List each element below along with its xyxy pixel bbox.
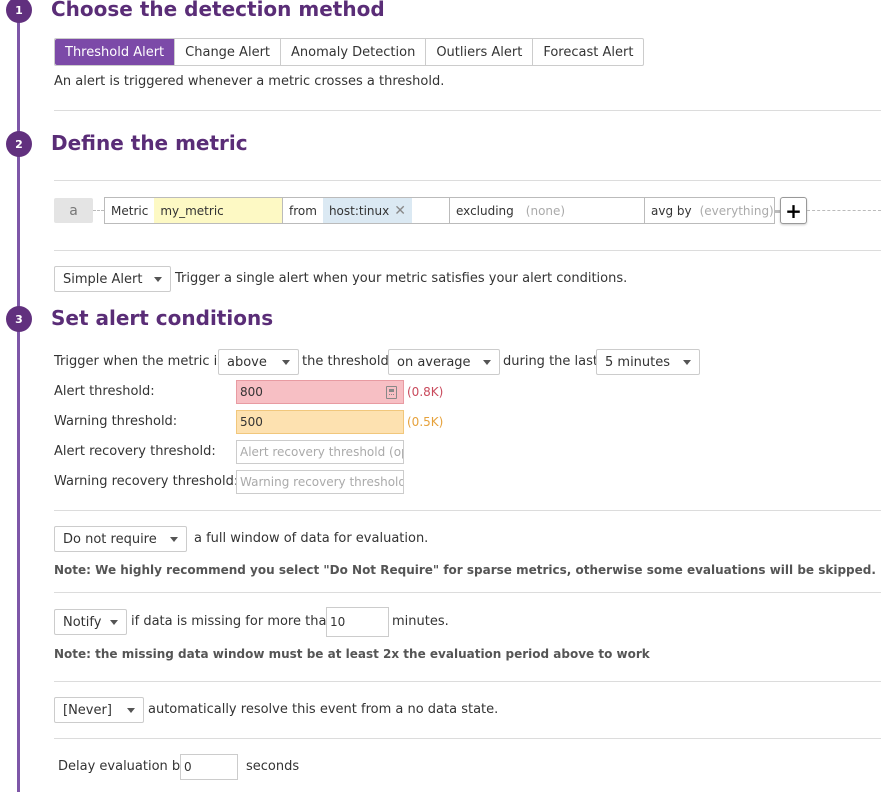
from-label: from [289,203,317,218]
step-2-title: Define the metric [51,131,248,155]
trigger-prefix-text: Trigger when the metric is [54,354,225,369]
alert-type-description: Trigger a single alert when your metric … [175,271,628,286]
warning-recovery-threshold-placeholder: Warning recovery threshold [240,475,404,489]
step-timeline [17,0,20,792]
full-window-note: Note: We highly recommend you select "Do… [54,563,876,577]
warning-recovery-threshold-label: Warning recovery threshold: [54,474,239,489]
alert-recovery-threshold-placeholder: Alert recovery threshold (opt [240,445,404,459]
divider [54,180,881,181]
divider [54,681,881,682]
alert-threshold-input[interactable]: 800 [236,380,404,404]
alert-recovery-threshold-input[interactable]: Alert recovery threshold (opt [236,440,404,464]
chevron-down-icon [683,359,691,365]
missing-data-value: Notify [63,614,102,630]
tab-anomaly-detection[interactable]: Anomaly Detection [280,39,425,65]
trigger-mid-text: the threshold [302,354,389,369]
alert-recovery-threshold-label: Alert recovery threshold: [54,444,216,459]
metric-label: Metric [111,203,149,218]
excluding-placeholder: (none) [525,203,566,218]
warning-threshold-value: 500 [240,415,263,429]
window-value: 5 minutes [605,354,671,370]
full-window-select[interactable]: Do not require [54,526,187,552]
full-window-value: Do not require [63,531,157,547]
missing-data-unit: minutes. [392,614,449,629]
alert-threshold-hint: (0.8K) [407,385,444,399]
missing-data-minutes-input[interactable]: 10 [326,607,389,637]
auto-resolve-text: automatically resolve this event from a … [148,702,499,717]
warning-threshold-label: Warning threshold: [54,414,178,429]
calculator-icon[interactable] [386,386,397,399]
detection-method-description: An alert is triggered whenever a metric … [54,74,445,89]
delay-evaluation-input[interactable]: 0 [180,754,238,780]
auto-resolve-select[interactable]: [Never] [54,697,144,723]
delay-evaluation-unit: seconds [246,759,300,774]
query-connector [807,210,881,211]
tab-change-alert[interactable]: Change Alert [174,39,280,65]
warning-threshold-hint: (0.5K) [407,415,444,429]
add-query-button[interactable]: + [780,197,807,224]
step-1-badge: 1 [6,0,32,23]
divider [54,592,881,593]
chevron-down-icon [483,359,491,365]
from-tag[interactable]: host:tinux ✕ [322,198,412,223]
tab-forecast-alert[interactable]: Forecast Alert [532,39,643,65]
alert-threshold-label: Alert threshold: [54,384,155,399]
step-3-badge: 3 [6,306,32,332]
warning-threshold-input[interactable]: 500 [236,410,404,434]
missing-data-note: Note: the missing data window must be at… [54,647,650,661]
avg-by-label: avg by [651,203,692,218]
missing-data-minutes-value: 10 [330,615,346,629]
chevron-down-icon [282,359,290,365]
chevron-down-icon [110,619,118,625]
tab-threshold-alert[interactable]: Threshold Alert [55,39,175,65]
from-tag-label: host:tinux [328,203,390,218]
from-field[interactable]: from host:tinux ✕ [282,197,450,224]
avg-by-field[interactable]: avg by (everything) [644,197,775,224]
chevron-down-icon [170,536,178,542]
aggregation-select[interactable]: on average [388,349,500,375]
window-select[interactable]: 5 minutes [596,349,700,375]
alert-threshold-value: 800 [240,385,263,399]
comparison-select[interactable]: above [218,349,299,375]
missing-data-select[interactable]: Notify [54,609,127,635]
missing-data-text: if data is missing for more than [131,614,335,629]
metric-value[interactable]: my_metric [154,198,282,223]
detection-method-tabs: Threshold Alert Change Alert Anomaly Det… [54,38,645,66]
query-connector [93,210,104,211]
query-letter-badge: a [54,198,93,223]
close-icon[interactable]: ✕ [394,203,406,219]
divider [54,510,881,511]
metric-field[interactable]: Metric my_metric [104,197,283,224]
step-3-title: Set alert conditions [51,306,274,330]
excluding-label: excluding [456,203,514,218]
delay-evaluation-value: 0 [184,760,192,774]
chevron-down-icon [154,276,162,282]
step-1-title: Choose the detection method [51,0,385,21]
delay-evaluation-label: Delay evaluation by [58,759,188,774]
excluding-field[interactable]: excluding (none) [449,197,645,224]
alert-type-value: Simple Alert [63,271,143,287]
divider [54,738,881,739]
auto-resolve-value: [Never] [63,702,112,718]
aggregation-value: on average [397,354,471,370]
divider [54,110,881,111]
trigger-during-text: during the last [503,354,598,369]
comparison-value: above [227,354,267,370]
full-window-text: a full window of data for evaluation. [194,531,429,546]
chevron-down-icon [127,707,135,713]
divider [54,250,881,251]
step-2-badge: 2 [6,131,32,157]
avg-by-placeholder: (everything) [699,203,774,218]
tab-outliers-alert[interactable]: Outliers Alert [425,39,532,65]
warning-recovery-threshold-input[interactable]: Warning recovery threshold [236,470,404,494]
plus-icon: + [785,198,802,223]
alert-type-select[interactable]: Simple Alert [54,266,171,292]
